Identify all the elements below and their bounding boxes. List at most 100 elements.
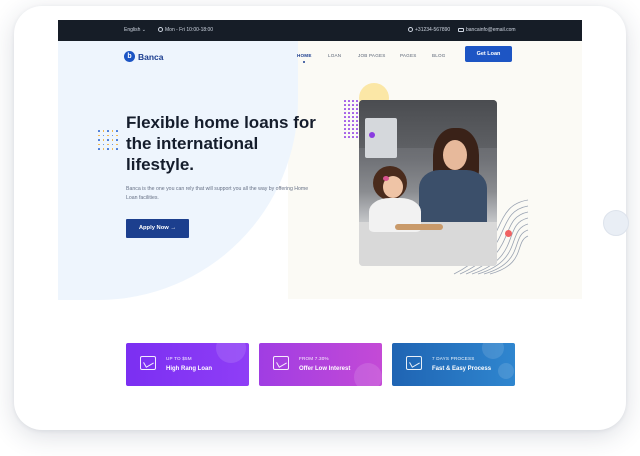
decorative-purple-dot (369, 132, 375, 138)
feature-card-high-loan[interactable]: UP TO $5M High Rang Loan (126, 343, 249, 386)
mail-icon (458, 27, 464, 32)
clock-icon (158, 27, 163, 32)
hero-description: Banca is the one you can rely that will … (126, 186, 309, 201)
decorative-dot (344, 112, 346, 114)
decorative-dot (344, 124, 346, 126)
decorative-dot (348, 124, 350, 126)
decorative-dot (98, 143, 100, 146)
hero-photo-mother-daughter (359, 100, 497, 266)
card-bubble (482, 343, 504, 359)
decorative-dot (348, 120, 350, 122)
decorative-dot (356, 104, 358, 106)
decorative-dot (352, 136, 354, 138)
decorative-dot (344, 120, 346, 122)
apply-now-button[interactable]: Apply Now → (126, 219, 189, 238)
photo-mother-face (443, 140, 467, 170)
decorative-dot (356, 136, 358, 138)
decorative-dot (102, 143, 105, 146)
decorative-dot (356, 100, 358, 102)
decorative-dot (107, 143, 109, 146)
main-navbar: b Banca HOME LOAN JOB PAGES PAGES BLOG G… (58, 41, 582, 71)
nav-item-pages[interactable]: PAGES (400, 53, 417, 58)
decorative-dot (356, 112, 358, 114)
decorative-dot (348, 100, 350, 102)
phone-icon (408, 27, 413, 32)
decorative-dot (348, 128, 350, 130)
decorative-dot (344, 100, 346, 102)
photo-rolling-pin (395, 224, 443, 230)
decorative-dot (102, 139, 105, 141)
decorative-dot (116, 130, 118, 132)
percent-icon (273, 356, 289, 370)
decorative-dot (116, 134, 118, 137)
feature-card-low-interest[interactable]: FROM 7.30% Offer Low Interest (259, 343, 382, 386)
brand-logo[interactable]: b Banca (124, 51, 164, 62)
decorative-dot (356, 124, 358, 126)
decorative-dot (344, 128, 346, 130)
brand-name: Banca (138, 51, 164, 62)
business-hours-text: Mon - Fri 10:00-18:00 (165, 27, 214, 33)
decorative-dot (102, 148, 105, 150)
hero-title: Flexible home loans for the internationa… (126, 113, 316, 174)
nav-item-blog[interactable]: BLOG (432, 53, 446, 58)
tablet-home-button[interactable] (603, 210, 629, 236)
language-selector[interactable]: English ⌄ (124, 27, 146, 33)
card-bubble (498, 363, 514, 379)
decorative-dot (352, 124, 354, 126)
decorative-dot (111, 139, 114, 141)
business-hours: Mon - Fri 10:00-18:00 (158, 27, 213, 33)
decorative-dot (111, 148, 114, 150)
decorative-dot (352, 116, 354, 118)
card-title: Offer Low Interest (299, 366, 351, 372)
get-loan-button[interactable]: Get Loan (465, 46, 512, 62)
phone-contact[interactable]: +31234-567890 (408, 27, 450, 33)
card-subtitle: FROM 7.30% (299, 356, 329, 361)
logo-mark-icon: b (124, 51, 135, 62)
website-screen: English ⌄ Mon - Fri 10:00-18:00 +31234-5… (58, 20, 582, 410)
decorative-dot (344, 116, 346, 118)
decorative-dot (107, 130, 109, 132)
decorative-dot (352, 100, 354, 102)
photo-mother-body (419, 170, 487, 230)
decorative-dot (111, 130, 114, 132)
decorative-dot (344, 132, 346, 134)
decorative-dot (102, 134, 105, 137)
decorative-dot (344, 104, 346, 106)
phone-text: +31234-567890 (415, 27, 451, 33)
decorative-dot (98, 148, 100, 150)
decorative-dot (116, 139, 118, 141)
decorative-dot (107, 134, 109, 137)
card-subtitle: 7 DAYS PROCESS (432, 356, 475, 361)
decorative-dot (344, 108, 346, 110)
decorative-dot (356, 120, 358, 122)
decorative-dot (107, 148, 109, 150)
feature-card-fast-process[interactable]: 7 DAYS PROCESS Fast & Easy Process (392, 343, 515, 386)
decorative-dot (344, 136, 346, 138)
decorative-dot (352, 112, 354, 114)
photo-window (365, 118, 397, 158)
decorative-dot (98, 130, 100, 132)
card-title: Fast & Easy Process (432, 366, 492, 372)
email-text: bancainfo@email.com (466, 27, 516, 33)
decorative-dot (116, 148, 118, 150)
decorative-dot (111, 134, 114, 137)
decorative-dot (102, 130, 105, 132)
nav-item-loan[interactable]: LOAN (328, 53, 341, 58)
decorative-dot (348, 108, 350, 110)
photo-hair-bow (383, 176, 389, 181)
handshake-icon (406, 356, 422, 370)
decorative-dot (348, 136, 350, 138)
nav-item-job-pages[interactable]: JOB PAGES (358, 53, 386, 58)
decorative-dot (348, 112, 350, 114)
decorative-dot (107, 139, 109, 141)
decorative-dot (352, 104, 354, 106)
decorative-dot (356, 128, 358, 130)
decorative-dot (356, 116, 358, 118)
decorative-dot (116, 143, 118, 146)
card-subtitle: UP TO $5M (166, 356, 192, 361)
email-contact[interactable]: bancainfo@email.com (458, 27, 516, 33)
decorative-dot (348, 116, 350, 118)
decorative-red-dot (505, 230, 512, 237)
nav-item-home[interactable]: HOME (297, 53, 312, 58)
decorative-dot (348, 132, 350, 134)
